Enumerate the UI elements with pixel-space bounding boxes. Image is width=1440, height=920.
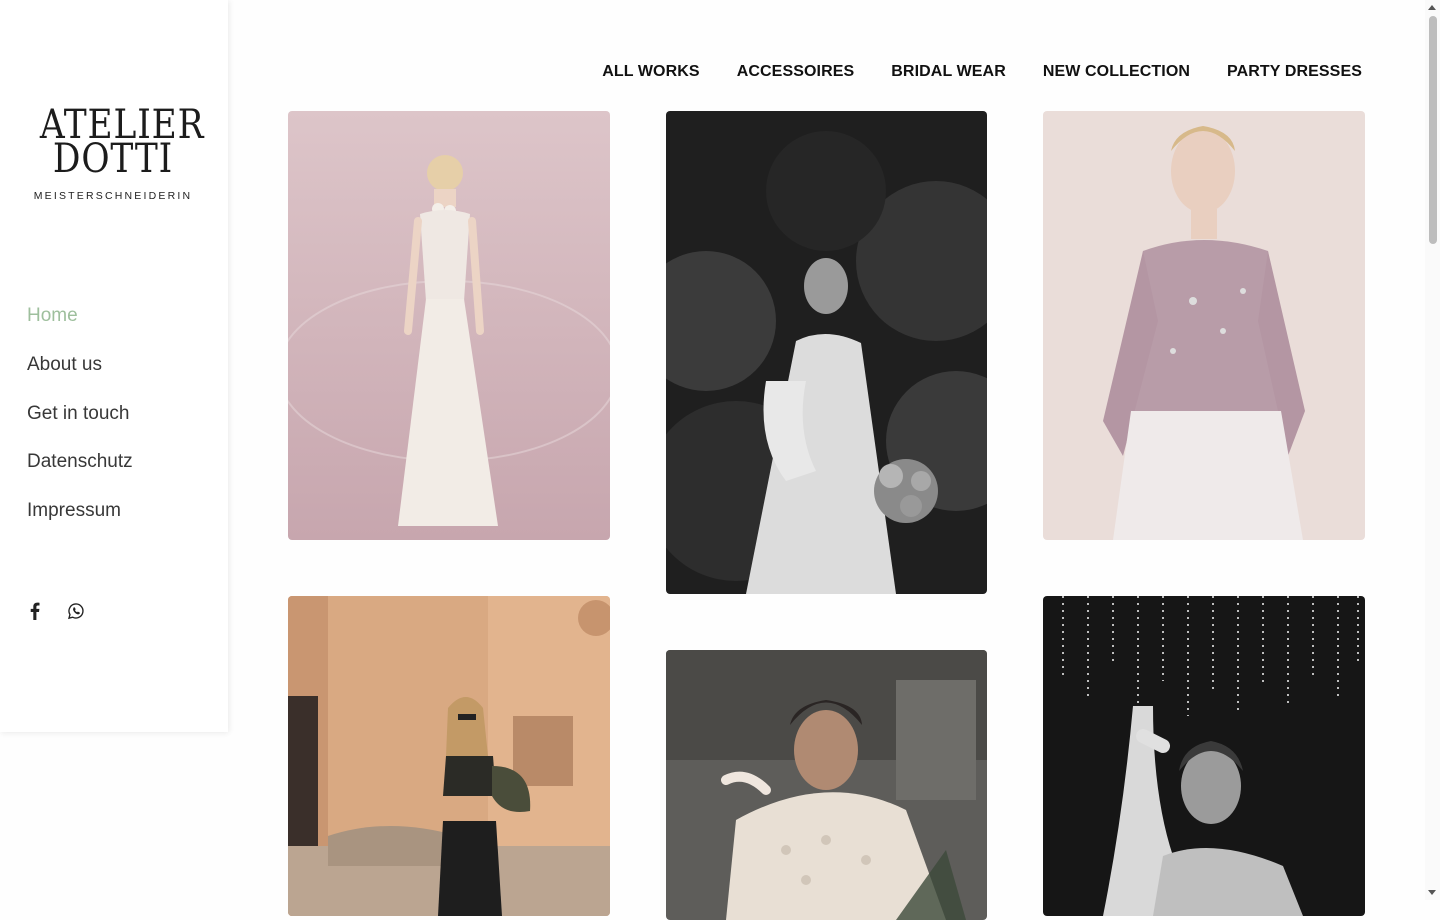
- gallery-image: [1043, 111, 1365, 540]
- filter-new-collection[interactable]: NEW COLLECTION: [1043, 63, 1190, 81]
- facebook-icon[interactable]: [26, 601, 44, 621]
- page-scrollbar[interactable]: [1425, 0, 1440, 900]
- scroll-up-arrow-icon[interactable]: [1428, 5, 1436, 10]
- whatsapp-icon[interactable]: [67, 601, 85, 621]
- nav-item-impressum[interactable]: Impressum: [27, 497, 133, 546]
- main-nav: Home About us Get in touch Datenschutz I…: [27, 302, 133, 546]
- nav-item-get-in-touch[interactable]: Get in touch: [27, 400, 133, 449]
- site-logo[interactable]: ATELIER DOTTI MEISTERSCHNEIDERIN: [28, 105, 204, 202]
- filter-all-works[interactable]: ALL WORKS: [602, 63, 700, 81]
- scroll-thumb[interactable]: [1429, 16, 1437, 244]
- gallery-item-sequin-jacket[interactable]: [666, 650, 987, 920]
- filter-accessoires[interactable]: ACCESSOIRES: [737, 63, 855, 81]
- portfolio-filter-bar: ALL WORKS ACCESSOIRES BRIDAL WEAR NEW CO…: [602, 63, 1362, 81]
- gallery-image: [666, 111, 987, 594]
- gallery-item-lilac-top[interactable]: [1043, 111, 1365, 540]
- gallery-image: [288, 111, 610, 540]
- nav-item-about-us[interactable]: About us: [27, 351, 133, 400]
- gallery-item-hanging-lights[interactable]: [1043, 596, 1365, 916]
- filter-bridal-wear[interactable]: BRIDAL WEAR: [891, 63, 1006, 81]
- nav-item-datenschutz[interactable]: Datenschutz: [27, 448, 133, 497]
- filter-party-dresses[interactable]: PARTY DRESSES: [1227, 63, 1362, 81]
- nav-item-home[interactable]: Home: [27, 302, 133, 351]
- gallery-item-black-outfit[interactable]: [288, 596, 610, 916]
- gallery-image: [1043, 596, 1365, 916]
- gallery-item-bride-bouquet[interactable]: [666, 111, 987, 594]
- sidebar: ATELIER DOTTI MEISTERSCHNEIDERIN Home Ab…: [0, 0, 228, 732]
- social-links: [26, 601, 85, 621]
- gallery-image: [666, 650, 987, 920]
- logo-line-2: DOTTI: [52, 136, 174, 182]
- gallery-image: [288, 596, 610, 916]
- gallery-item-white-gown[interactable]: [288, 111, 610, 540]
- logo-tagline: MEISTERSCHNEIDERIN: [33, 190, 193, 202]
- scroll-down-arrow-icon[interactable]: [1428, 890, 1436, 895]
